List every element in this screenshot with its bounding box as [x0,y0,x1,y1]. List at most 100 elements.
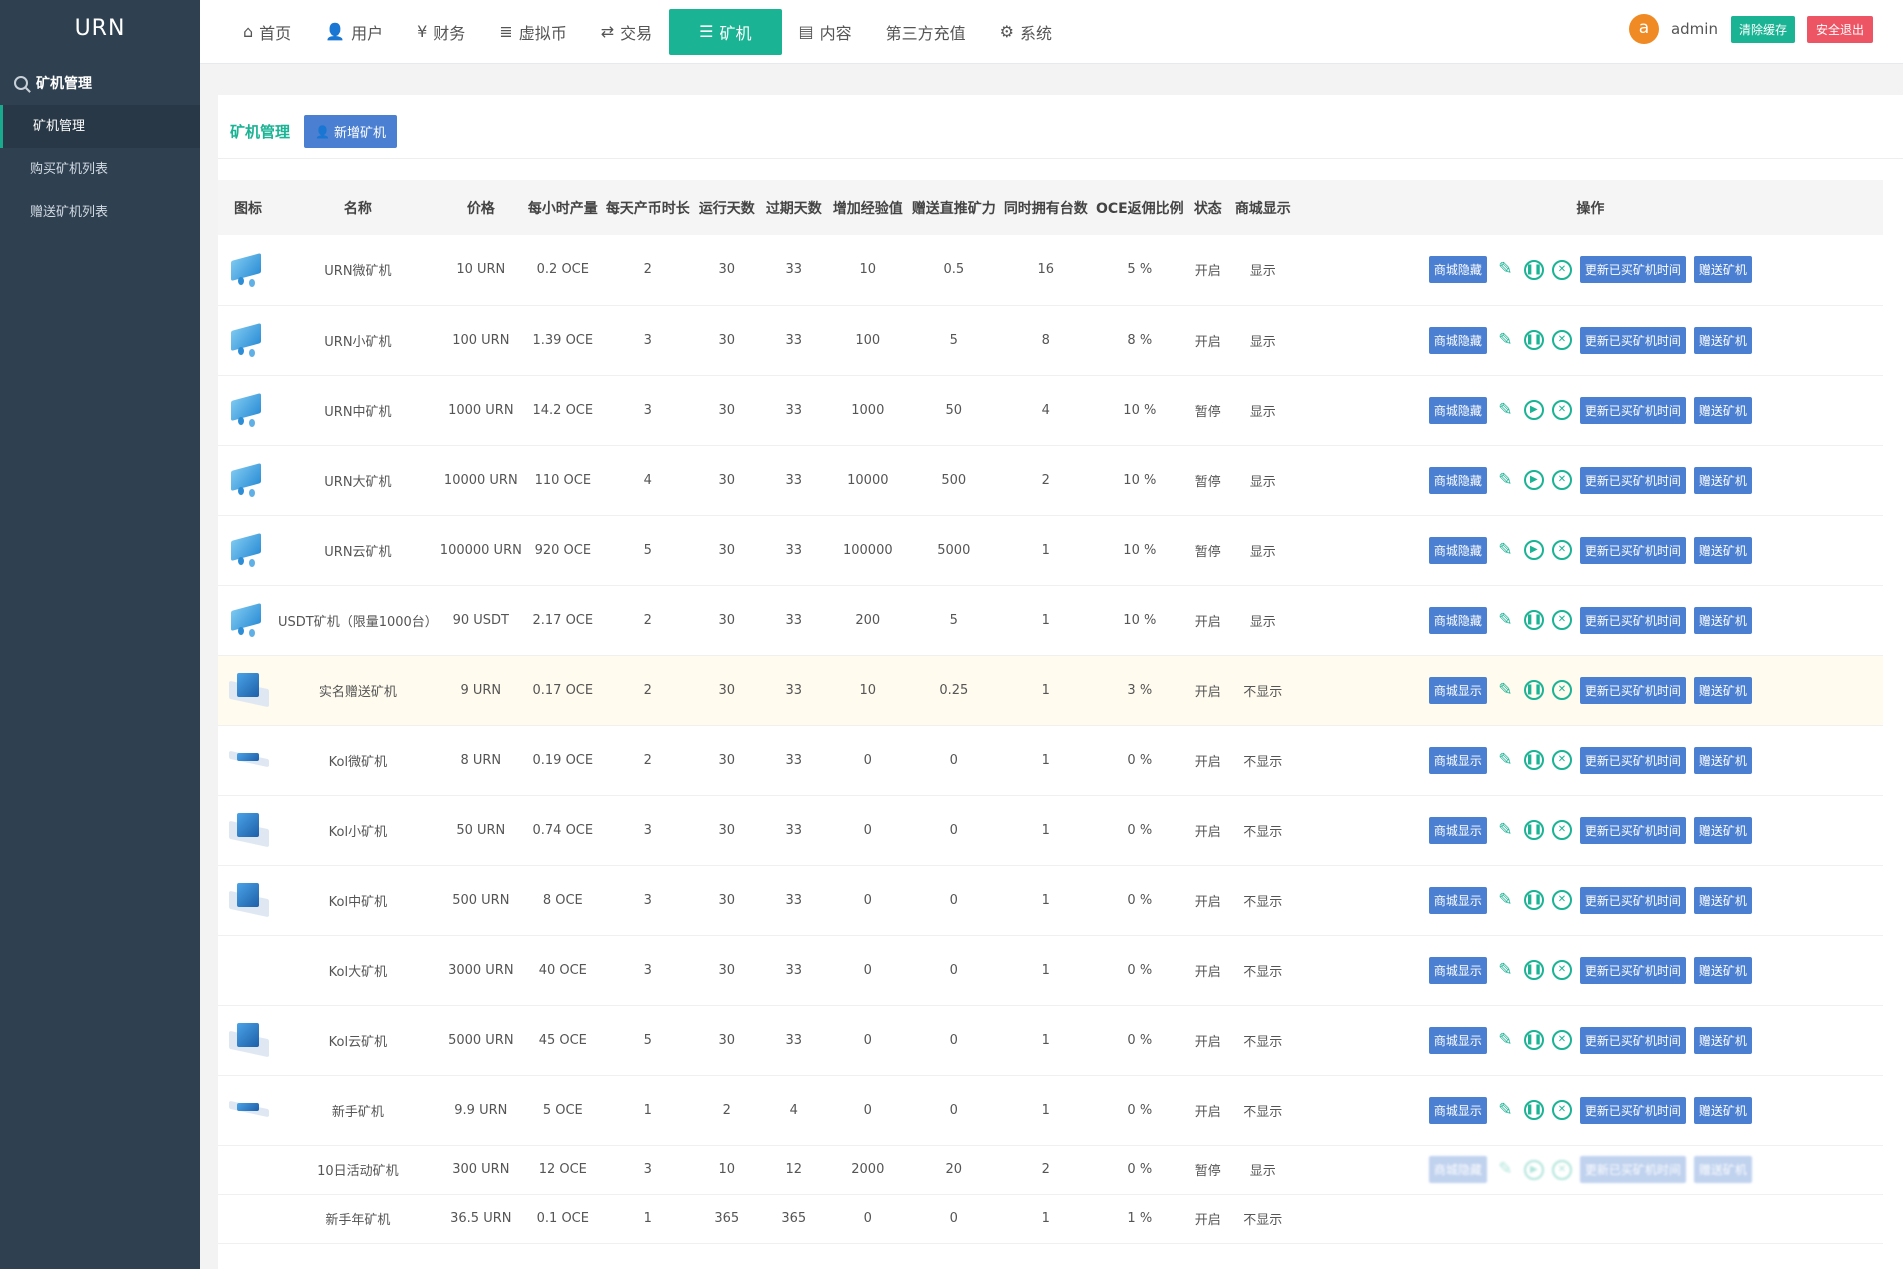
edit-icon[interactable]: ✎ [1496,400,1515,420]
delete-icon[interactable]: ✕ [1551,1100,1572,1120]
delete-icon[interactable]: ✕ [1551,680,1572,700]
shop-visibility-button[interactable]: 商城显示 [1428,956,1487,984]
logout-button[interactable]: 安全退出 [1806,15,1873,43]
gift-miner-button[interactable]: 赠送矿机 [1693,606,1752,634]
edit-icon[interactable]: ✎ [1496,260,1515,279]
nav-item-1[interactable]: 👤 用户 [308,9,400,55]
nav-item-7[interactable]: 第三方充值 [869,9,983,55]
update-purchase-time-button[interactable]: 更新已买矿机时间 [1579,466,1686,494]
edit-icon[interactable]: ✎ [1496,470,1515,490]
delete-icon[interactable]: ✕ [1551,259,1572,280]
delete-icon[interactable]: ✕ [1551,400,1572,420]
shop-visibility-button[interactable]: 商城隐藏 [1428,606,1487,634]
gift-miner-button[interactable]: 赠送矿机 [1693,466,1752,494]
pause-icon[interactable]: ❚❚ [1523,1100,1544,1120]
delete-icon[interactable]: ✕ [1551,960,1572,980]
nav-item-6[interactable]: ▤ 内容 [782,9,869,55]
update-purchase-time-button[interactable]: 更新已买矿机时间 [1579,1156,1686,1183]
edit-icon[interactable]: ✎ [1496,750,1515,770]
shop-visibility-button[interactable]: 商城隐藏 [1428,1156,1487,1183]
nav-item-5[interactable]: ☰ 矿机 [669,8,782,55]
delete-icon[interactable]: ✕ [1551,820,1572,840]
update-purchase-time-button[interactable]: 更新已买矿机时间 [1579,1096,1686,1124]
gift-miner-button[interactable]: 赠送矿机 [1693,1096,1752,1124]
delete-icon[interactable]: ✕ [1551,470,1572,490]
edit-icon[interactable]: ✎ [1496,1160,1515,1179]
delete-icon[interactable]: ✕ [1551,1159,1572,1180]
nav-item-3[interactable]: ≣ 虚拟币 [482,9,583,55]
update-purchase-time-button[interactable]: 更新已买矿机时间 [1579,326,1686,354]
delete-icon[interactable]: ✕ [1551,890,1572,910]
pause-icon[interactable]: ❚❚ [1523,680,1544,700]
shop-visibility-button[interactable]: 商城隐藏 [1428,536,1487,564]
play-icon[interactable]: ▶ [1523,400,1544,420]
delete-icon[interactable]: ✕ [1551,540,1572,560]
edit-icon[interactable]: ✎ [1496,960,1515,980]
update-purchase-time-button[interactable]: 更新已买矿机时间 [1579,956,1686,984]
edit-icon[interactable]: ✎ [1496,330,1515,350]
shop-visibility-button[interactable]: 商城隐藏 [1428,326,1487,354]
shop-visibility-button[interactable]: 商城隐藏 [1428,466,1487,494]
gift-miner-button[interactable]: 赠送矿机 [1693,956,1752,984]
gift-miner-button[interactable]: 赠送矿机 [1693,256,1752,284]
update-purchase-time-button[interactable]: 更新已买矿机时间 [1579,606,1686,634]
delete-icon[interactable]: ✕ [1551,750,1572,770]
pause-icon[interactable]: ❚❚ [1523,259,1544,280]
update-purchase-time-button[interactable]: 更新已买矿机时间 [1579,536,1686,564]
shop-visibility-button[interactable]: 商城显示 [1428,886,1487,914]
sidebar-item-gifted-miners[interactable]: 赠送矿机列表 [0,191,200,234]
shop-visibility-button[interactable]: 商城显示 [1428,1096,1487,1124]
shop-visibility-button[interactable]: 商城隐藏 [1428,256,1487,284]
clear-cache-button[interactable]: 清除缓存 [1730,15,1795,43]
edit-icon[interactable]: ✎ [1496,1100,1515,1120]
nav-item-4[interactable]: ⇄ 交易 [584,9,669,55]
edit-icon[interactable]: ✎ [1496,1030,1515,1050]
shop-visibility-button[interactable]: 商城显示 [1428,746,1487,774]
gift-miner-button[interactable]: 赠送矿机 [1693,1026,1752,1054]
gift-miner-button[interactable]: 赠送矿机 [1693,396,1752,424]
nav-item-0[interactable]: ⌂ 首页 [226,9,308,55]
update-purchase-time-button[interactable]: 更新已买矿机时间 [1579,746,1686,774]
pause-icon[interactable]: ❚❚ [1523,890,1544,910]
shop-visibility-button[interactable]: 商城显示 [1428,816,1487,844]
edit-icon[interactable]: ✎ [1496,540,1515,560]
play-icon[interactable]: ▶ [1523,1159,1544,1180]
nav-item-2[interactable]: ¥ 财务 [400,9,482,55]
gift-miner-button[interactable]: 赠送矿机 [1693,536,1752,564]
update-purchase-time-button[interactable]: 更新已买矿机时间 [1579,816,1686,844]
update-purchase-time-button[interactable]: 更新已买矿机时间 [1579,886,1686,914]
update-purchase-time-button[interactable]: 更新已买矿机时间 [1579,256,1686,284]
pause-icon[interactable]: ❚❚ [1523,610,1544,630]
edit-icon[interactable]: ✎ [1496,820,1515,840]
sidebar-item-purchased-miners[interactable]: 购买矿机列表 [0,148,200,191]
avatar[interactable]: a [1628,14,1659,44]
delete-icon[interactable]: ✕ [1551,330,1572,350]
update-purchase-time-button[interactable]: 更新已买矿机时间 [1579,676,1686,704]
gift-miner-button[interactable]: 赠送矿机 [1693,1156,1752,1183]
delete-icon[interactable]: ✕ [1551,610,1572,630]
nav-item-8[interactable]: ⚙ 系统 [983,9,1069,55]
delete-icon[interactable]: ✕ [1551,1030,1572,1050]
pause-icon[interactable]: ❚❚ [1523,330,1544,350]
gift-miner-button[interactable]: 赠送矿机 [1693,676,1752,704]
pause-icon[interactable]: ❚❚ [1523,820,1544,840]
pause-icon[interactable]: ❚❚ [1523,750,1544,770]
pause-icon[interactable]: ❚❚ [1523,960,1544,980]
pause-icon[interactable]: ❚❚ [1523,1030,1544,1050]
edit-icon[interactable]: ✎ [1496,680,1515,700]
gift-miner-button[interactable]: 赠送矿机 [1693,746,1752,774]
gift-miner-button[interactable]: 赠送矿机 [1693,886,1752,914]
update-purchase-time-button[interactable]: 更新已买矿机时间 [1579,396,1686,424]
play-icon[interactable]: ▶ [1523,540,1544,560]
shop-visibility-button[interactable]: 商城显示 [1428,676,1487,704]
update-purchase-time-button[interactable]: 更新已买矿机时间 [1579,1026,1686,1054]
gift-miner-button[interactable]: 赠送矿机 [1693,816,1752,844]
edit-icon[interactable]: ✎ [1496,610,1515,630]
shop-visibility-button[interactable]: 商城隐藏 [1428,396,1487,424]
shop-visibility-button[interactable]: 商城显示 [1428,1026,1487,1054]
play-icon[interactable]: ▶ [1523,470,1544,490]
sidebar-item-miner-management[interactable]: 矿机管理 [0,105,200,148]
edit-icon[interactable]: ✎ [1496,890,1515,910]
gift-miner-button[interactable]: 赠送矿机 [1693,326,1752,354]
add-miner-button[interactable]: 👤 新增矿机 [304,115,397,148]
